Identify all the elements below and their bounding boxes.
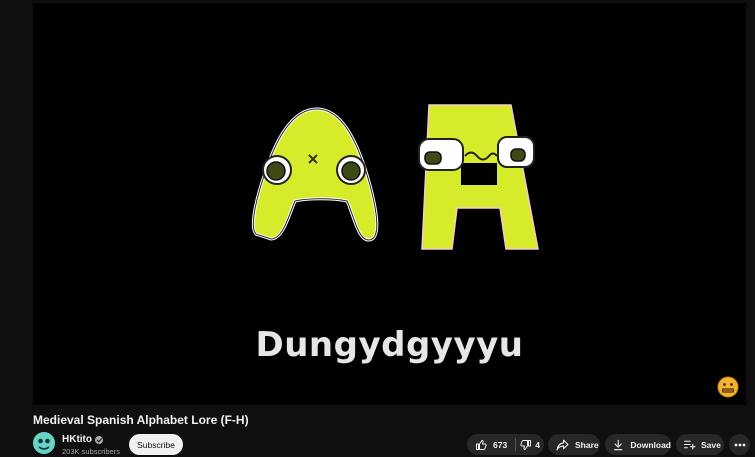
download-icon [614,439,623,450]
like-dislike-group: 673 4 [467,434,544,455]
video-caption: Dungydgyyyu [255,325,524,365]
more-horizontal-icon [734,443,745,446]
thumbs-up-icon [476,439,487,450]
download-button[interactable]: Download [605,434,671,455]
save-button[interactable]: Save [676,434,724,455]
share-button[interactable]: Share [548,434,600,455]
like-button[interactable]: 673 [467,434,507,455]
like-count: 673 [493,439,508,450]
letter-a-character-left [251,107,379,242]
subscriber-count: 203K subscribers [62,447,120,456]
dislike-button[interactable]: 4 [516,434,540,455]
more-actions-button[interactable] [729,434,750,455]
verified-badge-icon [95,435,103,444]
share-label: Share [575,439,599,450]
channel-name-row[interactable]: HKtito [62,434,103,445]
channel-name[interactable]: HKtito [62,434,92,445]
download-label: Download [630,439,671,450]
video-player[interactable]: Dungydgyyyu [33,3,746,405]
emoji-sticker-icon[interactable] [716,375,740,399]
avatar-face-icon [33,432,55,454]
video-title: Medieval Spanish Alphabet Lore (F-H) [33,413,249,427]
channel-avatar[interactable] [33,432,55,454]
subscribe-button[interactable]: Subscribe [129,434,183,455]
dislike-count: 4 [535,439,540,450]
thumbs-down-icon [520,439,532,450]
share-arrow-icon [556,439,569,450]
save-label: Save [701,439,721,450]
letter-a-character-right [418,104,539,250]
add-to-playlist-icon [684,440,696,450]
